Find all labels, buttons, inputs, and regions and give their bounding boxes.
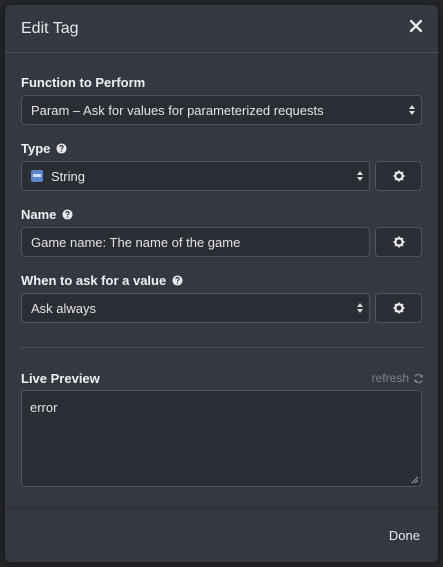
live-preview-label: Live Preview <box>21 371 100 386</box>
refresh-icon <box>414 373 423 383</box>
help-icon[interactable] <box>62 209 73 220</box>
ask-settings-button[interactable] <box>375 293 422 323</box>
select-arrows-icon <box>409 105 415 115</box>
ask-select[interactable]: Ask always <box>21 293 370 323</box>
resize-handle-icon[interactable] <box>411 476 419 484</box>
name-label: Name <box>21 207 73 222</box>
dialog-header: Edit Tag <box>5 5 438 53</box>
name-settings-button[interactable] <box>375 227 422 257</box>
edit-tag-dialog: Edit Tag Function to Perform Param – Ask… <box>4 4 439 563</box>
gear-icon <box>393 236 404 248</box>
help-icon[interactable] <box>56 143 67 154</box>
name-input[interactable]: Game name: The name of the game <box>21 227 370 257</box>
live-preview-textarea[interactable]: error <box>21 390 422 487</box>
select-arrows-icon <box>357 303 363 313</box>
dialog-title: Edit Tag <box>21 20 79 37</box>
dialog-footer: Done <box>5 507 438 562</box>
gear-icon <box>393 302 404 314</box>
section-divider <box>21 347 422 348</box>
type-settings-button[interactable] <box>375 161 422 191</box>
refresh-button[interactable]: refresh <box>372 371 424 385</box>
help-icon[interactable] <box>172 275 183 286</box>
select-arrows-icon <box>357 171 363 181</box>
done-button[interactable]: Done <box>389 528 420 543</box>
function-select[interactable]: Param – Ask for values for parameterized… <box>21 95 422 125</box>
type-label: Type <box>21 141 67 156</box>
string-type-icon <box>31 170 43 182</box>
gear-icon <box>393 170 404 182</box>
type-select[interactable]: String <box>21 161 370 191</box>
ask-label: When to ask for a value <box>21 273 183 288</box>
function-label: Function to Perform <box>21 75 146 90</box>
close-icon[interactable] <box>408 18 424 34</box>
